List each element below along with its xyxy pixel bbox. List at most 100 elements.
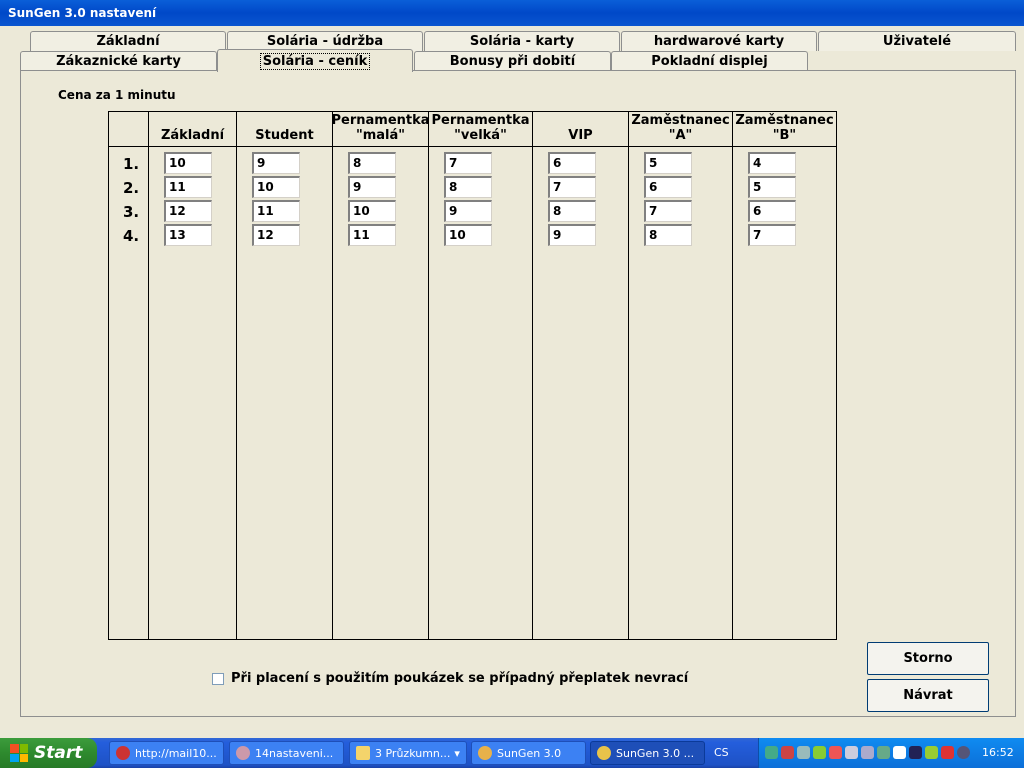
price-input[interactable]: 11 xyxy=(252,200,300,222)
media-icon[interactable] xyxy=(909,746,922,759)
navrat-button[interactable]: Návrat xyxy=(867,679,989,712)
monitor-icon[interactable] xyxy=(797,746,810,759)
tab-uzivatele[interactable]: Uživatelé xyxy=(818,31,1016,51)
language-indicator[interactable]: CS xyxy=(714,746,729,759)
price-input[interactable]: 5 xyxy=(644,152,692,174)
column-header: Pernamentka "malá" xyxy=(331,112,429,146)
task-label: 14nastaveni... xyxy=(255,746,334,760)
tab-solaria-udrzba[interactable]: Solária - údržba xyxy=(227,31,423,51)
price-input[interactable]: 12 xyxy=(164,200,212,222)
tab-label: Solária - údržba xyxy=(266,34,384,49)
flower-icon[interactable] xyxy=(813,746,826,759)
column-divider xyxy=(628,112,629,639)
clock: 16:52 xyxy=(982,746,1014,759)
price-input[interactable]: 7 xyxy=(444,152,492,174)
alert-icon[interactable] xyxy=(829,746,842,759)
price-input[interactable]: 12 xyxy=(252,224,300,246)
folder-icon xyxy=(356,746,370,760)
price-input[interactable]: 6 xyxy=(548,152,596,174)
column-header-line2: "velká" xyxy=(454,128,507,143)
taskbar-item-sungen-settings[interactable]: SunGen 3.0 ... xyxy=(590,741,705,765)
start-button[interactable]: Start xyxy=(0,738,97,768)
price-input[interactable]: 7 xyxy=(748,224,796,246)
tab-solaria-cenik[interactable]: Solária - ceník xyxy=(217,49,413,72)
column-header: VIP xyxy=(533,112,628,146)
tab-zakaznicke-karty[interactable]: Zákaznické karty xyxy=(20,51,217,71)
price-input[interactable]: 10 xyxy=(252,176,300,198)
taskbar: Start http://mail10... 14nastaveni... 3 … xyxy=(0,738,1024,768)
price-input[interactable]: 4 xyxy=(748,152,796,174)
column-header: Student xyxy=(237,112,332,146)
window-title: SunGen 3.0 nastavení xyxy=(8,6,157,20)
price-input[interactable]: 8 xyxy=(644,224,692,246)
header-divider xyxy=(109,146,836,147)
update-icon[interactable] xyxy=(877,746,890,759)
price-input[interactable]: 13 xyxy=(164,224,212,246)
clock-icon[interactable] xyxy=(893,746,906,759)
sun-icon xyxy=(597,746,611,760)
price-input[interactable]: 10 xyxy=(444,224,492,246)
taskbar-item-sungen[interactable]: SunGen 3.0 xyxy=(471,741,586,765)
taskbar-item-explorer[interactable]: 3 Průzkumn... ▾ xyxy=(349,741,467,765)
no-refund-checkbox[interactable] xyxy=(212,673,224,685)
no-refund-checkbox-label[interactable]: Při placení s použitím poukázek se přípa… xyxy=(231,671,688,686)
tab-zakladni[interactable]: Základní xyxy=(30,31,226,51)
opera-icon xyxy=(116,746,130,760)
sphere-icon[interactable] xyxy=(957,746,970,759)
row-label: 2. xyxy=(123,179,140,197)
price-input[interactable]: 5 xyxy=(748,176,796,198)
column-header-line2: "B" xyxy=(772,128,797,143)
column-header: Pernamentka "velká" xyxy=(429,112,532,146)
column-divider xyxy=(428,112,429,639)
tab-label: Bonusy při dobití xyxy=(449,54,576,69)
tab-bonusy-pri-dobiti[interactable]: Bonusy při dobití xyxy=(414,51,611,71)
task-label: SunGen 3.0 xyxy=(497,746,562,760)
taskbar-item-nastaveni[interactable]: 14nastaveni... xyxy=(229,741,344,765)
network-icon[interactable] xyxy=(765,746,778,759)
price-input[interactable]: 11 xyxy=(164,176,212,198)
price-input[interactable]: 6 xyxy=(644,176,692,198)
storno-button[interactable]: Storno xyxy=(867,642,989,675)
display-icon[interactable] xyxy=(845,746,858,759)
tab-solaria-karty[interactable]: Solária - karty xyxy=(424,31,620,51)
tab-label: Solária - karty xyxy=(469,34,575,49)
column-header-line1: Zaměstnanec xyxy=(631,113,730,128)
tab-label: Solária - ceník xyxy=(259,52,371,70)
title-bar[interactable]: SunGen 3.0 nastavení xyxy=(0,0,1024,26)
tool-icon[interactable] xyxy=(925,746,938,759)
column-header-line2: VIP xyxy=(568,128,593,143)
image-icon xyxy=(236,746,250,760)
price-input[interactable]: 9 xyxy=(444,200,492,222)
taskbar-item-browser[interactable]: http://mail10... xyxy=(109,741,224,765)
tab-label: Pokladní displej xyxy=(651,54,768,69)
price-input[interactable]: 10 xyxy=(164,152,212,174)
price-input[interactable]: 11 xyxy=(348,224,396,246)
tab-pokladni-displej[interactable]: Pokladní displej xyxy=(611,51,808,71)
tab-label: hardwarové karty xyxy=(653,34,785,49)
price-input[interactable]: 9 xyxy=(348,176,396,198)
price-input[interactable]: 8 xyxy=(348,152,396,174)
column-divider xyxy=(332,112,333,639)
price-input[interactable]: 6 xyxy=(748,200,796,222)
price-input[interactable]: 7 xyxy=(644,200,692,222)
windows-logo-icon xyxy=(10,744,28,762)
speaker-icon[interactable] xyxy=(861,746,874,759)
price-input[interactable]: 8 xyxy=(444,176,492,198)
price-input[interactable]: 9 xyxy=(252,152,300,174)
security-icon[interactable] xyxy=(781,746,794,759)
price-table: Základní Student Pernamentka "malá" Pernamen… xyxy=(108,111,837,640)
dropdown-arrow-icon: ▾ xyxy=(454,746,460,760)
price-input[interactable]: 10 xyxy=(348,200,396,222)
tab-label: Základní xyxy=(96,34,160,49)
row-label: 3. xyxy=(123,203,140,221)
price-input[interactable]: 9 xyxy=(548,224,596,246)
antivirus-icon[interactable] xyxy=(941,746,954,759)
column-header-line2: "A" xyxy=(668,128,693,143)
column-header: Zaměstnanec "B" xyxy=(733,112,836,146)
task-label: 3 Průzkumn... xyxy=(375,746,451,760)
column-header-line2: Student xyxy=(255,128,314,143)
price-input[interactable]: 8 xyxy=(548,200,596,222)
column-header-line1: Pernamentka xyxy=(431,113,530,128)
tab-hardwarove-karty[interactable]: hardwarové karty xyxy=(621,31,817,51)
price-input[interactable]: 7 xyxy=(548,176,596,198)
